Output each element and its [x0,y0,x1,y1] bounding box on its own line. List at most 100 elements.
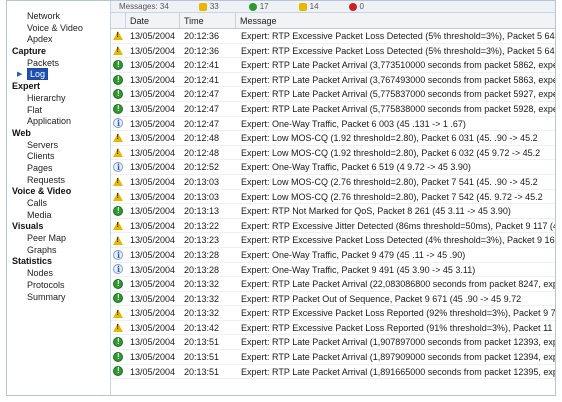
table-row[interactable]: 13/05/2004 20:13:51 Expert: RTP Late Packe… [111,350,555,365]
message-cell: Expert: RTP Packet Out of Sequence, Pack… [241,293,522,304]
table-row[interactable]: 13/05/2004 20:12:47 Expert: RTP Late Packe… [111,87,555,102]
table-row[interactable]: 13/05/2004 20:12:36 Expert: RTP Excessive … [111,44,555,59]
nav-item-clients[interactable]: Clients [7,151,110,163]
warning-icon [113,45,123,55]
date-cell: 13/05/2004 [130,352,176,363]
nav-item-label: Log [27,68,49,81]
time-cell: 20:13:51 [184,337,220,348]
ok-icon [113,103,123,114]
severity-cell [111,102,126,116]
nav-group-web[interactable]: Web [7,128,110,140]
table-row[interactable]: 13/05/2004 20:13:23 Expert: RTP Excessive … [111,233,555,248]
message-cell: Expert: RTP Late Packet Arrival (5,77583… [241,103,555,114]
ok-icon [113,59,123,70]
time-cell: 20:13:13 [184,206,220,217]
time-cell: 20:12:47 [184,89,220,100]
nav-item-protocols[interactable]: Protocols [7,280,110,292]
messages-count-label: Messages: 34 [119,2,169,11]
nav-item-peer-map[interactable]: Peer Map [7,233,110,245]
time-cell: 20:12:41 [184,60,220,71]
table-row[interactable]: 13/05/2004 20:13:32 Expert: RTP Excessive … [111,306,555,321]
nav-item-application[interactable]: Application [7,116,110,128]
application-window: Network Voice & Video Apdex Capture Packets ▶… [6,0,556,396]
table-row[interactable]: 13/05/2004 20:12:47 Expert: One-Way Traffi… [111,116,555,132]
table-row[interactable]: 13/05/2004 20:13:28 Expert: One-Way Traffi… [111,262,555,278]
table-row[interactable]: 13/05/2004 20:13:32 Expert: RTP Packet Out… [111,291,555,307]
ok-counter[interactable]: 17 [248,2,269,11]
nav-item-voice-video[interactable]: Voice & Video [7,23,110,35]
message-cell: Expert: RTP Late Packet Arrival (3,77351… [241,60,555,71]
nav-group-visuals[interactable]: Visuals [7,221,110,233]
ok-icon [248,2,257,11]
nav-item-log[interactable]: ▶ Log [7,68,110,81]
table-row[interactable]: 13/05/2004 20:13:03 Expert: Low MOS-CQ (2.… [111,190,555,205]
message-cell: Expert: One-Way Traffic, Packet 9 479 (4… [241,249,466,260]
message-cell: Expert: RTP Late Packet Arrival (1,89790… [241,352,555,363]
nav-item-apdex[interactable]: Apdex [7,34,110,46]
column-header-icon[interactable] [111,13,126,28]
nav-group-expert[interactable]: Expert [7,81,110,93]
minor-counter[interactable]: 14 [298,2,319,11]
ok-icon [113,89,123,100]
nav-item-summary[interactable]: Summary [7,292,110,304]
nav-item-requests[interactable]: Requests [7,175,110,187]
table-row[interactable]: 13/05/2004 20:13:13 Expert: RTP Not Marked… [111,204,555,219]
table-row[interactable]: 13/05/2004 20:12:41 Expert: RTP Late Packe… [111,58,555,73]
ok-icon [113,366,123,377]
nav-item-calls[interactable]: Calls [7,198,110,210]
table-row[interactable]: 13/05/2004 20:13:28 Expert: One-Way Traffi… [111,248,555,263]
table-row[interactable]: 13/05/2004 20:12:48 Expert: Low MOS-CQ (1.… [111,131,555,146]
messages-summary-bar: Messages: 34 33 17 14 0 [111,1,555,13]
severity-cell [111,365,126,379]
nav-item-hierarchy[interactable]: Hierarchy [7,93,110,105]
time-cell: 20:12:47 [184,118,220,129]
message-cell: Expert: RTP Excessive Packet Loss Detect… [241,235,555,246]
table-row[interactable]: 13/05/2004 20:12:52 Expert: One-Way Traffi… [111,160,555,175]
nav-group-capture[interactable]: Capture [7,46,110,58]
nav-item-media[interactable]: Media [7,210,110,222]
date-cell: 13/05/2004 [130,206,176,217]
error-counter[interactable]: 0 [348,2,364,11]
grid-body: 13/05/2004 20:12:36 Expert: RTP Excessive … [111,29,555,380]
severity-cell [111,321,126,335]
table-row[interactable]: 13/05/2004 20:12:36 Expert: RTP Excessive … [111,29,555,44]
date-cell: 13/05/2004 [130,133,176,144]
date-cell: 13/05/2004 [130,31,176,41]
column-header-message[interactable]: Message [236,13,555,28]
time-cell: 20:13:42 [184,322,220,333]
table-row[interactable]: 13/05/2004 20:13:51 Expert: RTP Late Packe… [111,335,555,351]
column-header-date[interactable]: Date [126,13,180,28]
nav-item-packets[interactable]: Packets [7,58,110,70]
table-row[interactable]: 13/05/2004 20:13:32 Expert: RTP Late Packe… [111,277,555,292]
table-row[interactable]: 13/05/2004 20:12:41 Expert: RTP Late Packe… [111,73,555,88]
nav-item-network[interactable]: Network [7,11,110,23]
info-icon [113,118,123,129]
nav-item-graphs[interactable]: Graphs [7,245,110,257]
expert-log-grid: Date Time Message 13/05/2004 20:12:36 Expe… [111,13,555,395]
table-row[interactable]: 13/05/2004 20:12:47 Expert: RTP Late Packe… [111,102,555,117]
nav-group-statistics[interactable]: Statistics [7,256,110,268]
time-cell: 20:13:22 [184,220,220,231]
column-header-time[interactable]: Time [180,13,236,28]
time-cell: 20:13:51 [184,352,220,363]
table-row[interactable]: 13/05/2004 20:13:42 Expert: RTP Excessive … [111,320,555,336]
date-cell: 13/05/2004 [130,366,176,377]
date-cell: 13/05/2004 [130,147,176,158]
table-row[interactable]: 13/05/2004 20:12:48 Expert: Low MOS-CQ (1.… [111,145,555,161]
nav-group-voice-video[interactable]: Voice & Video [7,186,110,198]
table-row[interactable]: 13/05/2004 20:13:03 Expert: Low MOS-CQ (2.… [111,174,555,190]
nav-item-nodes[interactable]: Nodes [7,268,110,280]
table-row[interactable]: 13/05/2004 20:13:51 Expert: RTP Late Packe… [111,365,555,380]
date-cell: 13/05/2004 [130,322,176,333]
nav-item-flat[interactable]: Flat [7,105,110,117]
ok-icon [113,205,123,216]
time-cell: 20:13:28 [184,264,220,275]
message-cell: Expert: RTP Excessive Packet Loss Report… [241,322,555,333]
severity-cell [111,204,126,218]
time-cell: 20:13:03 [184,191,220,202]
table-row[interactable]: 13/05/2004 20:13:22 Expert: RTP Excessive … [111,219,555,234]
nav-item-servers[interactable]: Servers [7,140,110,152]
nav-item-pages[interactable]: Pages [7,163,110,175]
ok-count: 17 [259,2,269,11]
warning-counter[interactable]: 33 [198,2,219,11]
